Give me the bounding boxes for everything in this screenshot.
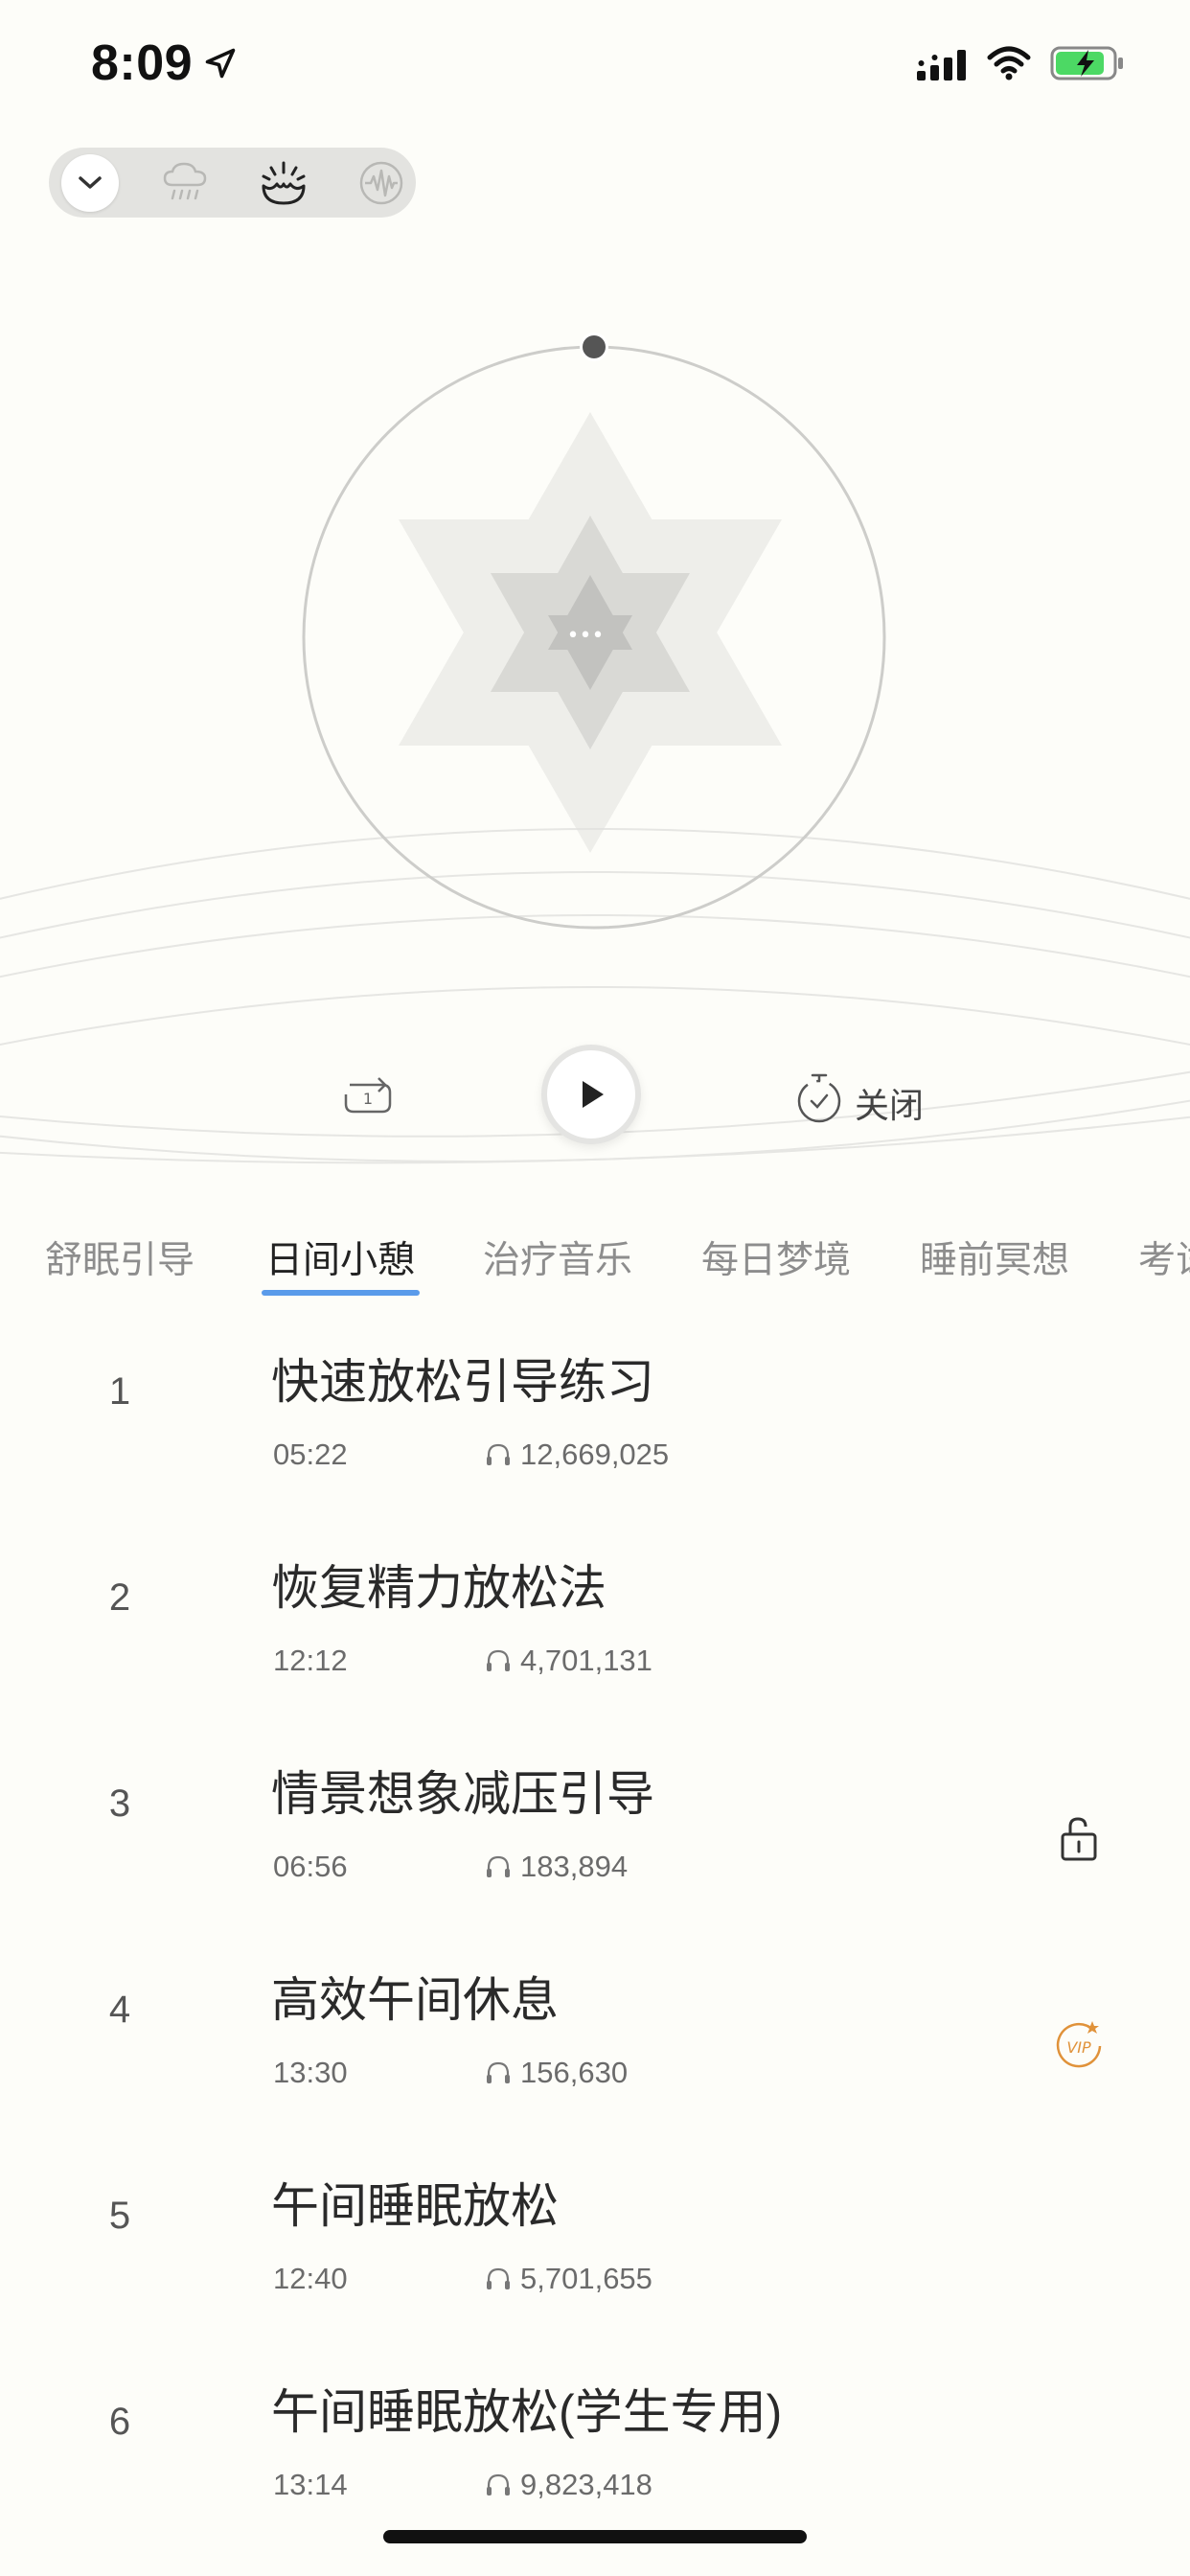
play-icon: [583, 1081, 604, 1108]
track-plays: 5,701,655: [484, 2262, 652, 2296]
headphones-icon: [487, 2267, 510, 2289]
signal-icon: [917, 50, 966, 80]
headphones-icon: [487, 2061, 510, 2083]
track-plays: 156,630: [484, 2056, 628, 2090]
waveform-icon: [359, 161, 402, 204]
track-rank: 6: [108, 2401, 131, 2443]
play-button[interactable]: [541, 1045, 641, 1144]
track-rank: 5: [108, 2195, 131, 2237]
track-duration: 06:56: [273, 1850, 348, 1883]
play-count: 9,823,418: [520, 2468, 652, 2501]
track-title: 恢复精力放松法: [271, 1561, 606, 1615]
waveform-sound-button[interactable]: [346, 148, 416, 218]
track-duration: 13:14: [273, 2468, 348, 2501]
track-title: 快速放松引导练习: [271, 1355, 654, 1409]
battery-charging-icon: [1050, 46, 1123, 80]
track-row[interactable]: 2 恢复精力放松法 12:12 4,701,131: [0, 1509, 1190, 1715]
track-rank: 4: [108, 1989, 131, 2031]
headphones-icon: [487, 1855, 510, 1877]
play-count: 156,630: [520, 2056, 629, 2089]
tab-daytime-nap[interactable]: 日间小憩: [265, 1230, 415, 1284]
track-title: 情景想象减压引导: [271, 1767, 654, 1821]
repeat-one-icon: 1: [344, 1077, 392, 1114]
track-row[interactable]: 3 情景想象减压引导 06:56 183,894: [0, 1715, 1190, 1921]
active-tab-indicator: [262, 1290, 420, 1296]
timer-icon: [797, 1073, 841, 1123]
track-row[interactable]: 4 高效午间休息 13:30 156,630 VIP: [0, 1921, 1190, 2128]
tab-sleep-guide[interactable]: 舒眠引导: [45, 1230, 195, 1284]
track-row[interactable]: 1 快速放松引导练习 05:22 12,669,025: [0, 1303, 1190, 1509]
headphones-icon: [487, 2473, 510, 2496]
campfire-icon: [262, 161, 305, 204]
chevron-down-icon: [78, 175, 102, 189]
headphones-icon: [487, 1443, 510, 1465]
tab-daily-dream[interactable]: 每日梦境: [701, 1230, 851, 1284]
track-plays: 183,894: [484, 1850, 628, 1884]
category-tabs: 舒眠引导 日间小憩 治疗音乐 每日梦境 睡前冥想 考试: [0, 1217, 1190, 1303]
loop-button[interactable]: 1: [335, 1064, 402, 1131]
vip-icon[interactable]: VIP: [1052, 2017, 1106, 2071]
wifi-icon: [987, 46, 1031, 80]
tab-therapy-music[interactable]: 治疗音乐: [483, 1230, 632, 1284]
track-row[interactable]: 5 午间睡眠放松 12:40 5,701,655: [0, 2128, 1190, 2334]
svg-text:1: 1: [363, 1090, 373, 1108]
track-plays: 4,701,131: [484, 1644, 652, 1678]
sleep-timer-button[interactable]: [786, 1064, 853, 1131]
track-title: 午间睡眠放松: [271, 2179, 559, 2233]
track-plays: 9,823,418: [484, 2468, 652, 2502]
track-rank: 1: [108, 1370, 131, 1413]
play-count: 12,669,025: [520, 1438, 670, 1471]
track-duration: 12:12: [273, 1644, 348, 1677]
sound-mode-selector: [49, 148, 416, 218]
location-arrow-icon: [205, 48, 236, 79]
track-duration: 13:30: [273, 2056, 348, 2089]
timer-label[interactable]: 关闭: [855, 1078, 924, 1128]
track-plays: 12,669,025: [484, 1438, 669, 1472]
headphones-icon: [487, 1649, 510, 1671]
tab-exam[interactable]: 考试: [1138, 1230, 1190, 1284]
play-count: 4,701,131: [520, 1644, 652, 1677]
track-duration: 12:40: [273, 2262, 348, 2295]
play-count: 5,701,655: [520, 2262, 652, 2295]
svg-text:VIP: VIP: [1066, 2038, 1091, 2057]
unlock-icon[interactable]: [1052, 1811, 1106, 1865]
track-rank: 3: [108, 1782, 131, 1825]
more-dots-icon: •••: [567, 624, 605, 648]
track-row[interactable]: 6 午间睡眠放松(学生专用) 13:14 9,823,418: [0, 2334, 1190, 2540]
rain-cloud-icon: [163, 162, 206, 199]
track-rank: 2: [108, 1576, 131, 1619]
collapse-button[interactable]: [55, 148, 125, 218]
track-duration: 05:22: [273, 1438, 348, 1471]
campfire-sound-button[interactable]: [248, 148, 318, 218]
rain-sound-button[interactable]: [150, 148, 220, 218]
track-title: 午间睡眠放松(学生专用): [271, 2385, 783, 2439]
tab-bedtime-meditation[interactable]: 睡前冥想: [920, 1230, 1069, 1284]
track-title: 高效午间休息: [271, 1973, 559, 2027]
status-time: 8:09: [91, 35, 194, 91]
play-count: 183,894: [520, 1850, 629, 1883]
home-indicator[interactable]: [383, 2530, 807, 2543]
